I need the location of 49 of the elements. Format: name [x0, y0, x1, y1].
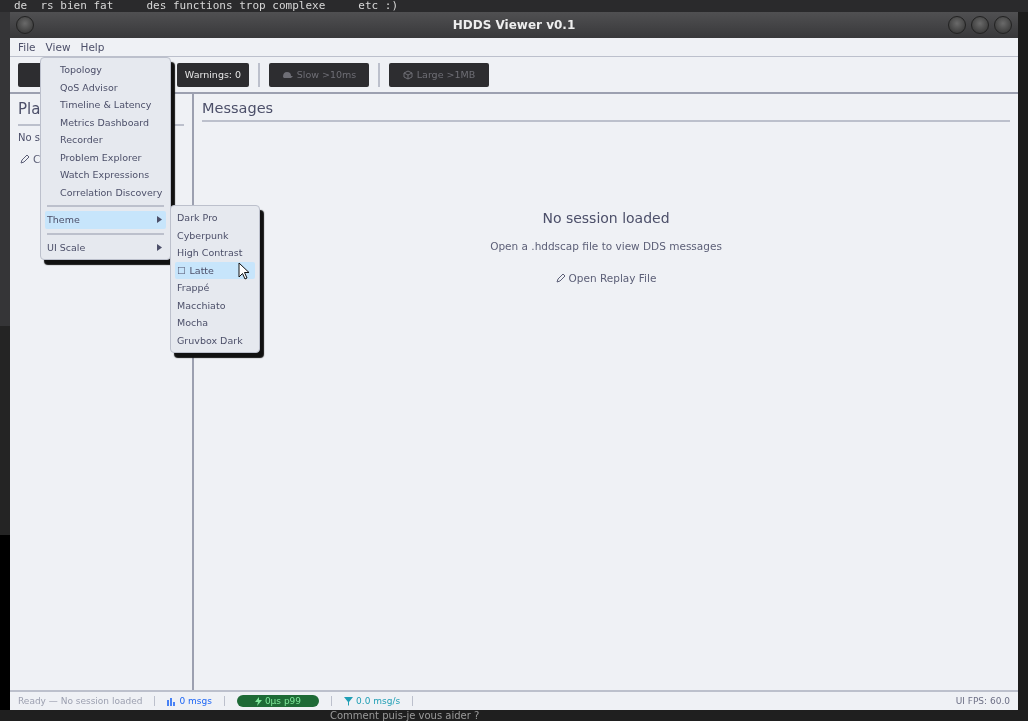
terminal-text: de rs bien fat des functions trop complexe etc :) — [14, 0, 399, 12]
bar-chart-icon — [167, 696, 177, 706]
menu-item[interactable]: Timeline & Latency — [45, 96, 167, 114]
theme-option[interactable]: Cyberpunk — [175, 226, 255, 244]
window-title: HDDS Viewer v0.1 — [452, 18, 576, 32]
submenu-item[interactable]: UI Scale — [45, 238, 167, 256]
theme-option[interactable]: High Contrast — [175, 244, 255, 262]
theme-option[interactable]: Gruvbox Dark — [175, 331, 255, 349]
message-rate: 0.0 msg/s — [331, 696, 414, 706]
menu-item[interactable]: Recorder — [45, 131, 167, 149]
funnel-icon — [344, 696, 354, 706]
open-button[interactable]: C — [20, 153, 41, 165]
status-text: Ready — No session loaded — [18, 696, 156, 706]
menu-title[interactable]: View — [45, 41, 71, 53]
submenu-item[interactable]: Theme — [45, 211, 167, 229]
fps-counter: UI FPS: 60.0 — [955, 696, 1010, 706]
menu-title[interactable]: Help — [80, 41, 105, 53]
filter-button[interactable]: Warnings: 0 — [177, 62, 249, 87]
session-status: No s — [18, 132, 40, 143]
pen-icon — [555, 273, 566, 283]
menu-item[interactable]: QoS Advisor — [45, 78, 167, 96]
menu-item[interactable]: Metrics Dashboard — [45, 113, 167, 131]
lightning-icon — [254, 696, 262, 706]
theme-option[interactable]: Mocha — [175, 314, 255, 332]
menu-item[interactable]: Correlation Discovery — [45, 183, 167, 201]
minimize-button[interactable] — [948, 16, 966, 34]
latency-badge: 0µs p99 — [236, 695, 320, 707]
theme-option[interactable]: Frappé — [175, 279, 255, 297]
maximize-button[interactable] — [971, 16, 989, 34]
theme-option[interactable]: Macchiato — [175, 296, 255, 314]
submenu-arrow-icon — [157, 216, 163, 224]
mouse-cursor-icon — [238, 262, 250, 280]
chat-prompt-text: Comment puis-je vous aider ? — [330, 710, 480, 721]
pen-icon — [20, 154, 30, 164]
empty-state-title: No session loaded — [542, 210, 670, 226]
menu-item[interactable]: Topology — [45, 61, 167, 79]
panel-title: Messages — [202, 100, 275, 118]
panel-title: Pla — [18, 100, 41, 118]
menu-title[interactable]: File — [18, 41, 36, 53]
open-replay-button[interactable]: Open Replay File — [555, 272, 657, 284]
menu-item[interactable]: Problem Explorer — [45, 148, 167, 166]
empty-state-hint: Open a .hddscap file to view DDS messages — [490, 240, 722, 252]
message-count: 0 msgs — [155, 696, 225, 706]
theme-option[interactable]: ☐ Latte — [175, 261, 255, 279]
window-menu-button[interactable] — [16, 16, 34, 34]
submenu-arrow-icon — [157, 243, 163, 251]
theme-option[interactable]: Dark Pro — [175, 209, 255, 227]
menu-item[interactable]: Watch Expressions — [45, 166, 167, 184]
close-button[interactable] — [994, 16, 1012, 34]
